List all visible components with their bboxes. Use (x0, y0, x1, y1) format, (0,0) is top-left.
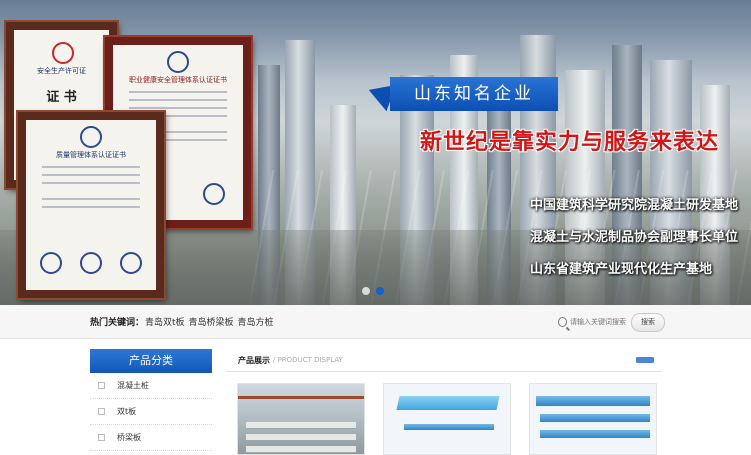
concrete-slab (246, 422, 356, 428)
certificate-text-line (128, 99, 228, 101)
product-image (530, 384, 656, 454)
bullet-icon (98, 408, 105, 415)
bridge-girder (396, 396, 500, 410)
honor-text: 中国建筑科学研究院混凝土研发基地 (530, 198, 739, 213)
banner-slogan: 新世纪是靠实力与服务来表达 (420, 129, 720, 155)
certificate-text-line (128, 91, 228, 93)
slide-indicators (362, 287, 384, 295)
product-title: 产品展示 (238, 355, 270, 365)
seal-icon (80, 252, 102, 274)
bridge-girder (404, 424, 494, 430)
category-item[interactable]: 混凝土桩 (90, 373, 212, 399)
certificate-main-text: 证 书 (46, 90, 77, 105)
keyword-link[interactable]: 青岛桥梁板 (189, 315, 234, 328)
category-item-label: 混凝土桩 (117, 381, 149, 390)
certificate-text-line (128, 107, 228, 109)
product-display: 产品展示 / PRODUCT DISPLAY (226, 349, 662, 455)
seal-icon (52, 42, 74, 64)
certificate-text-line (41, 174, 141, 176)
certificate-quality-management: 质量管理体系认证证书 (16, 110, 166, 300)
product-card[interactable] (383, 383, 511, 455)
keyword-link[interactable]: 青岛方桩 (238, 315, 274, 328)
seal-icon (203, 183, 225, 205)
bridge-girder (540, 414, 650, 422)
certificate-text-line (41, 198, 141, 200)
search-button[interactable]: 搜索 (631, 313, 665, 332)
category-title: 产品分类 (90, 349, 212, 373)
certificate-text-line (41, 206, 141, 208)
bridge-girder (536, 396, 650, 406)
category-sidebar: 产品分类 混凝土桩 双t板 桥梁板 (90, 349, 212, 451)
search-box (558, 314, 628, 330)
crane-beam (238, 396, 364, 399)
concrete-slab (246, 434, 356, 440)
certificate-text-line (41, 166, 141, 168)
product-header: 产品展示 / PRODUCT DISPLAY (226, 349, 662, 372)
seal-icon (120, 252, 142, 274)
hot-keywords-list: 青岛双t板 青岛桥梁板 青岛方桩 (145, 315, 274, 328)
seal-icon (167, 51, 189, 73)
search-input[interactable] (570, 315, 628, 329)
seal-icon (40, 252, 62, 274)
search-icon (558, 317, 567, 327)
product-image (384, 384, 510, 454)
product-card[interactable] (529, 383, 657, 455)
hot-keywords-label: 热门关键词： (90, 318, 145, 328)
product-image (238, 384, 364, 454)
product-cards (226, 372, 662, 455)
category-item[interactable]: 桥梁板 (90, 425, 212, 451)
keyword-link[interactable]: 青岛双t板 (145, 315, 185, 328)
product-card[interactable] (237, 383, 365, 455)
bridge-girder (540, 430, 650, 438)
slide-dot[interactable] (362, 287, 370, 295)
category-item-label: 桥梁板 (117, 433, 141, 442)
bullet-icon (98, 382, 105, 389)
certificate-heading: 职业健康安全管理体系认证证书 (129, 76, 227, 84)
category-item[interactable]: 双t板 (90, 399, 212, 425)
slide-dot-active[interactable] (376, 287, 384, 295)
callout-badge: 山东知名企业 (390, 77, 558, 111)
category-list: 混凝土桩 双t板 桥梁板 (90, 373, 212, 451)
more-icon[interactable] (636, 357, 654, 363)
product-subtitle: / PRODUCT DISPLAY (273, 356, 343, 364)
certificate-text-line (41, 182, 141, 184)
hero-banner[interactable]: 安全生产许可证 证 书 职业健康安全管理体系认证证书 质量管理体系认证证书 山东… (0, 0, 751, 305)
certificate-heading: 安全生产许可证 (37, 67, 86, 75)
bullet-icon (98, 434, 105, 441)
honor-text: 混凝土与水泥制品协会副理事长单位 (530, 230, 739, 245)
seal-icon (80, 126, 102, 148)
certificate-heading: 质量管理体系认证证书 (56, 151, 126, 159)
keyword-bar: 热门关键词： 青岛双t板 青岛桥梁板 青岛方桩 搜索 (0, 305, 751, 339)
category-item-label: 双t板 (117, 407, 137, 416)
honor-text: 山东省建筑产业现代化生产基地 (530, 262, 713, 277)
